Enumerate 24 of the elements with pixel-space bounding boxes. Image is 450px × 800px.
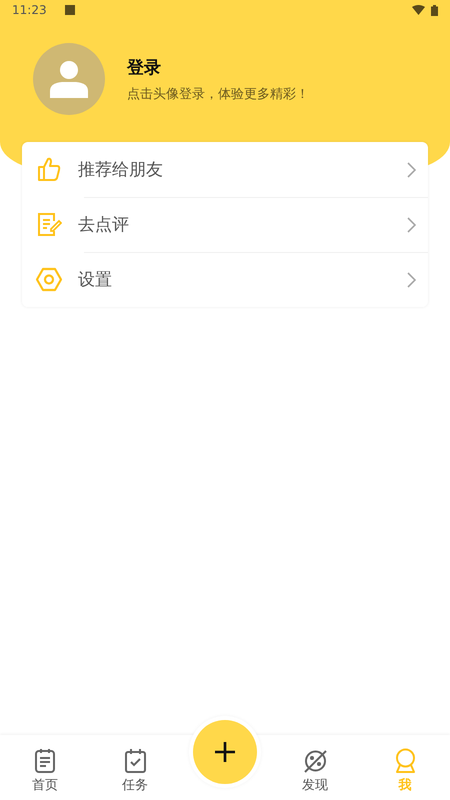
- add-button[interactable]: [193, 720, 257, 784]
- wifi-icon: [412, 5, 425, 15]
- clipboard-icon: [32, 748, 58, 772]
- notification-icon: [64, 5, 75, 15]
- person-icon: [50, 60, 88, 98]
- note-pencil-icon: [36, 211, 62, 238]
- chevron-right-icon: [407, 216, 416, 232]
- menu-item[interactable]: 去点评: [22, 197, 428, 252]
- hexagon-icon: [36, 266, 62, 293]
- chevron-right-icon: [407, 272, 416, 288]
- login-hint: 点击头像登录，体验更多精彩！: [127, 86, 309, 102]
- nav-tab[interactable]: 首页: [0, 735, 90, 800]
- menu-item[interactable]: 推荐给朋友: [22, 142, 428, 197]
- menu-item[interactable]: 设置: [22, 252, 428, 307]
- status-time: 11:23: [12, 3, 47, 17]
- plus-icon: [214, 741, 236, 763]
- nav-tab[interactable]: 发现: [270, 735, 360, 800]
- calendar-check-icon: [122, 748, 148, 772]
- planet-icon: [302, 748, 328, 772]
- login-title[interactable]: 登录: [127, 56, 309, 78]
- thumbs-up-icon: [36, 156, 62, 183]
- nav-tab[interactable]: 任务: [90, 735, 180, 800]
- chevron-right-icon: [407, 162, 416, 178]
- battery-icon: [431, 4, 438, 16]
